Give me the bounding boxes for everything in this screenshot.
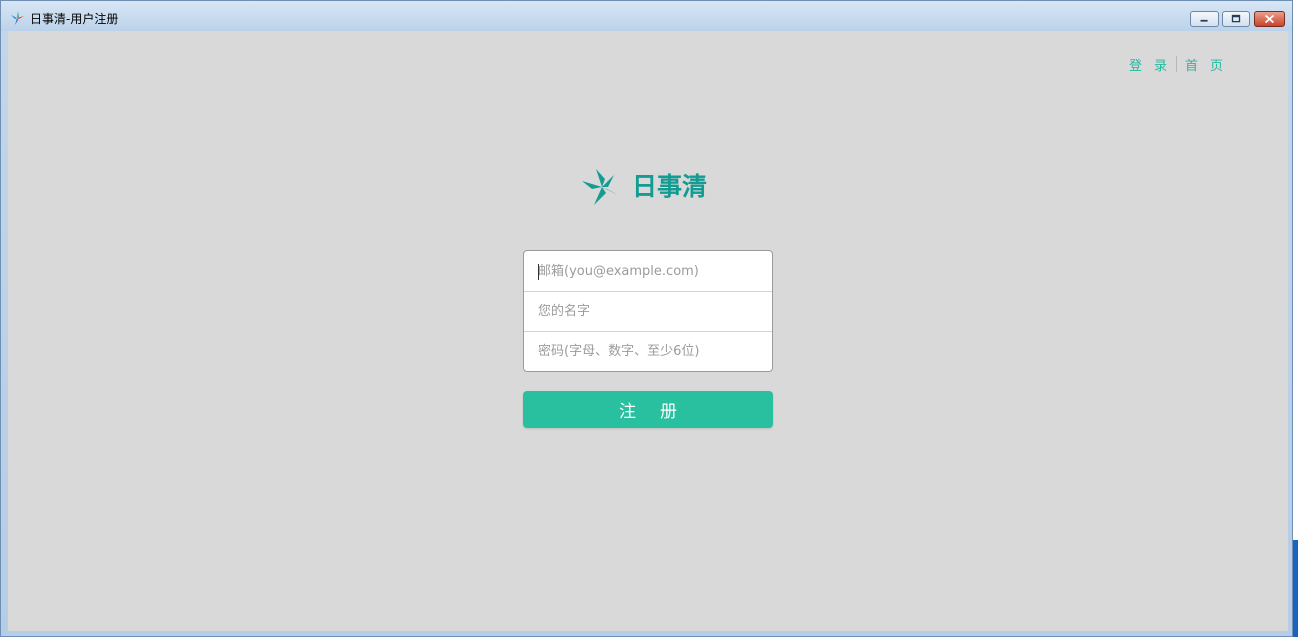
nav-divider <box>1176 56 1178 72</box>
maximize-button[interactable] <box>1222 11 1250 27</box>
top-nav: 登录 首页 <box>1129 55 1235 74</box>
text-caret <box>538 264 539 280</box>
brand-name: 日事清 <box>632 172 708 201</box>
home-link[interactable]: 首页 <box>1185 55 1235 74</box>
email-field[interactable] <box>524 251 772 291</box>
close-button[interactable] <box>1254 11 1285 27</box>
window-title: 日事清-用户注册 <box>30 12 119 26</box>
login-link[interactable]: 登录 <box>1129 55 1179 74</box>
app-window: 日事清-用户注册 登录 首页 日事清 邮箱(you@example.com) 您… <box>0 0 1293 637</box>
password-field[interactable] <box>524 331 772 371</box>
name-field[interactable] <box>524 291 772 331</box>
desktop-edge-accent <box>1293 540 1298 637</box>
register-form <box>523 250 773 372</box>
desktop-edge <box>1293 0 1298 637</box>
app-icon <box>11 11 24 25</box>
page-content: 登录 首页 日事清 注册 <box>8 31 1288 631</box>
minimize-icon <box>1200 19 1208 22</box>
pinwheel-logo-icon <box>582 169 618 205</box>
maximize-icon <box>1231 14 1241 23</box>
brand-logo: 日事清 <box>580 167 712 207</box>
minimize-button[interactable] <box>1190 11 1219 27</box>
title-bar[interactable]: 日事清-用户注册 <box>1 1 1292 31</box>
close-icon <box>1264 14 1275 24</box>
register-button[interactable]: 注册 <box>523 391 773 428</box>
